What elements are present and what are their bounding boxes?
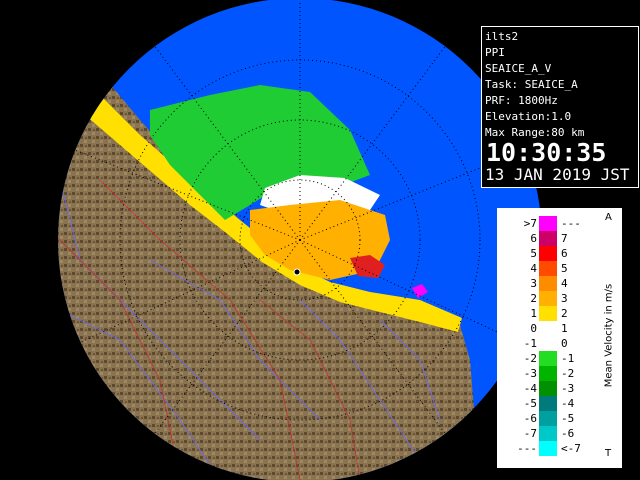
legend-color-swatch [539, 426, 557, 441]
legend-row-lower-label: -1 [523, 337, 537, 350]
task-name: Task: SEAICE_A [485, 78, 578, 91]
legend-row-lower-label: 0 [530, 322, 537, 335]
legend-row: -3 -2 [499, 366, 599, 381]
legend-row-upper-label: -1 [561, 352, 575, 365]
legend-row: 56 [499, 246, 599, 261]
legend-row-upper-label: -3 [561, 382, 575, 395]
legend-row: 34 [499, 276, 599, 291]
prf-value: PRF: 1800Hz [485, 94, 558, 107]
info-panel: ilts2 PPI SEAICE_A_V Task: SEAICE_A PRF:… [481, 26, 639, 188]
legend-row: 67 [499, 231, 599, 246]
legend-row-lower-label: --- [517, 442, 537, 455]
legend-row: -2 -1 [499, 351, 599, 366]
legend-row-upper-label: 4 [561, 277, 568, 290]
legend-bottom-marker: T [605, 448, 612, 459]
legend-row-upper-label: 2 [561, 307, 568, 320]
legend-row-upper-label: 6 [561, 247, 568, 260]
legend-row-upper-label: -6 [561, 427, 575, 440]
legend-color-swatch [539, 381, 557, 396]
legend-title-wrap: Mean Velocity in m/s [599, 270, 615, 420]
legend-row-lower-label: -4 [523, 382, 537, 395]
legend-color-swatch [539, 291, 557, 306]
legend-color-swatch [539, 351, 557, 366]
legend-row: -1 0 [499, 336, 599, 351]
elevation-value: Elevation:1.0 [485, 110, 572, 123]
scan-time: 10:30:35 [486, 138, 607, 167]
legend-color-swatch [539, 441, 557, 456]
legend-row: 01 [499, 321, 599, 336]
legend-row-lower-label: -6 [523, 412, 537, 425]
legend-color-swatch [539, 216, 557, 231]
legend-row-lower-label: -7 [523, 427, 537, 440]
legend-row-lower-label: 4 [530, 262, 537, 275]
legend-color-swatch [539, 396, 557, 411]
legend-row-upper-label: --- [561, 217, 581, 230]
radar-site-marker [293, 268, 301, 276]
legend-color-swatch [539, 276, 557, 291]
legend-row: 23 [499, 291, 599, 306]
legend-color-swatch [539, 246, 557, 261]
station-name: ilts2 [485, 30, 519, 43]
scan-date: 13 JAN 2019 JST [485, 165, 630, 184]
legend-row-upper-label: 5 [561, 262, 568, 275]
scan-name: SEAICE_A_V [485, 62, 552, 75]
legend-row-upper-label: 3 [561, 292, 568, 305]
legend-row-lower-label: 2 [530, 292, 537, 305]
legend-color-swatch [539, 336, 557, 351]
legend-row-upper-label: -2 [561, 367, 575, 380]
legend-row-lower-label: 6 [530, 232, 537, 245]
legend-row-lower-label: >7 [523, 217, 537, 230]
legend-row-lower-label: 3 [530, 277, 537, 290]
legend-row-lower-label: -5 [523, 397, 537, 410]
legend-row-upper-label: -4 [561, 397, 575, 410]
legend-row-upper-label: 7 [561, 232, 568, 245]
legend-color-swatch [539, 366, 557, 381]
legend-row: --- <-7 [499, 441, 599, 456]
legend-row-lower-label: -3 [523, 367, 537, 380]
legend-row: 45 [499, 261, 599, 276]
legend-color-swatch [539, 321, 557, 336]
legend-row: -7 -6 [499, 426, 599, 441]
legend-row: -6 -5 [499, 411, 599, 426]
product-type: PPI [485, 46, 505, 59]
velocity-legend: >7 --- 6 7 5 6 4 5 3 4 2 3 1 2 0 1 -1 0 -2 -1 -3 -2 -4 -3 -5 -4 -6… [497, 208, 622, 468]
legend-top-marker: A [605, 212, 612, 223]
legend-color-swatch [539, 306, 557, 321]
legend-color-swatch [539, 261, 557, 276]
legend-row-upper-label: 1 [561, 322, 568, 335]
legend-color-swatch [539, 411, 557, 426]
legend-row: >7 --- [499, 216, 599, 231]
legend-title: Mean Velocity in m/s [603, 283, 615, 388]
legend-row: -4 -3 [499, 381, 599, 396]
legend-row-lower-label: -2 [523, 352, 537, 365]
legend-row-upper-label: -5 [561, 412, 575, 425]
legend-row: 12 [499, 306, 599, 321]
legend-row-upper-label: 0 [561, 337, 568, 350]
legend-row-lower-label: 1 [530, 307, 537, 320]
legend-row: -5 -4 [499, 396, 599, 411]
legend-color-swatch [539, 231, 557, 246]
legend-row-upper-label: <-7 [561, 442, 581, 455]
legend-row-lower-label: 5 [530, 247, 537, 260]
